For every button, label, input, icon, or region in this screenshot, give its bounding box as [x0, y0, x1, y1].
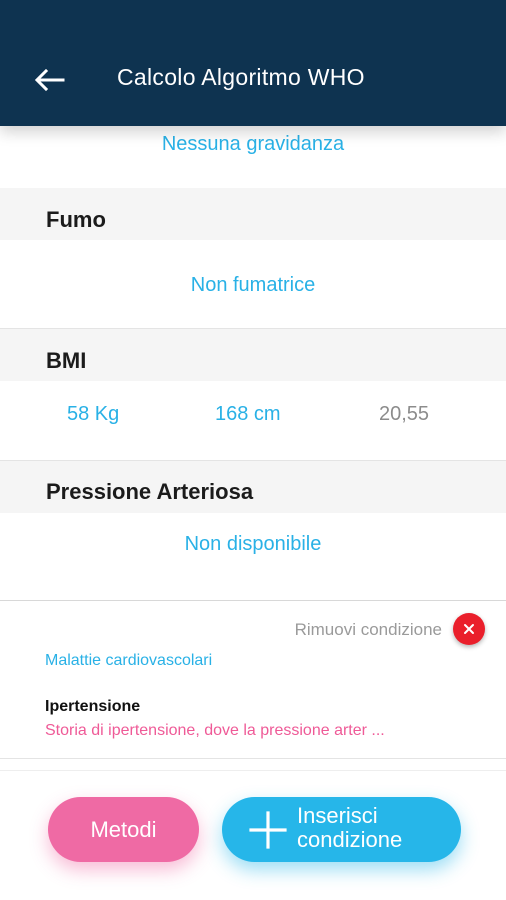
section-title-smoking: Fumo	[46, 207, 106, 232]
divider	[0, 758, 506, 759]
arrow-left-icon	[35, 69, 65, 91]
divider	[0, 600, 506, 601]
section-smoking: Fumo	[0, 188, 506, 240]
bmi-height[interactable]: 168 cm	[215, 403, 281, 426]
remove-condition-label[interactable]: Rimuovi condizione	[295, 620, 442, 640]
remove-condition-button[interactable]	[453, 613, 485, 645]
add-condition-button[interactable]: Inserisci condizione	[222, 797, 461, 862]
add-condition-label-line1: Inserisci	[297, 803, 378, 828]
close-icon	[464, 624, 474, 634]
bmi-index: 20,55	[379, 403, 430, 425]
smoking-value[interactable]: Non fumatrice	[0, 274, 506, 297]
section-title-bmi: BMI	[46, 348, 87, 373]
back-button[interactable]	[28, 60, 72, 100]
bmi-weight[interactable]: 58 Kg	[67, 403, 119, 426]
page-title: Calcolo Algoritmo WHO	[117, 64, 365, 90]
condition-name: Ipertensione	[45, 698, 141, 715]
methods-button-label: Metodi	[90, 816, 157, 842]
screen: Calcolo Algoritmo WHO Nessuna gravidanza…	[0, 0, 506, 900]
divider	[0, 770, 506, 771]
add-condition-label: Inserisci condizione	[297, 804, 437, 852]
methods-button[interactable]: Metodi	[48, 797, 199, 862]
pregnancy-value[interactable]: Nessuna gravidanza	[0, 133, 506, 156]
add-condition-label-line2: condizione	[297, 827, 403, 852]
section-title-blood-pressure: Pressione Arteriosa	[46, 479, 254, 504]
condition-description[interactable]: Storia di ipertensione, dove la pression…	[45, 722, 485, 740]
condition-category: Malattie cardiovascolari	[45, 652, 213, 669]
section-blood-pressure: Pressione Arteriosa	[0, 461, 506, 513]
section-bmi: BMI	[0, 329, 506, 381]
app-bar: Calcolo Algoritmo WHO	[0, 0, 506, 126]
blood-pressure-value[interactable]: Non disponibile	[0, 533, 506, 556]
plus-icon	[249, 811, 287, 849]
